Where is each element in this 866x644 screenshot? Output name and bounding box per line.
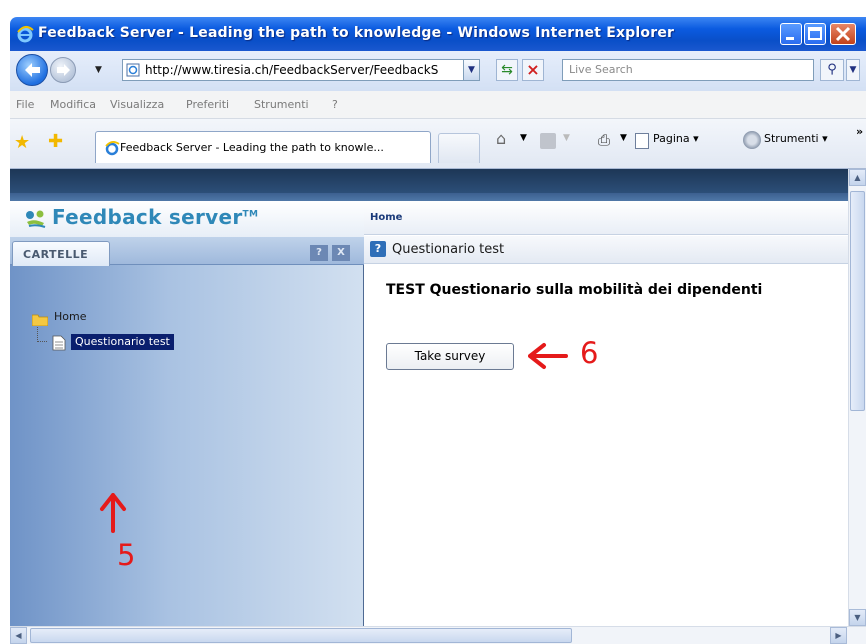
feedback-logo-icon [26, 210, 46, 228]
tree-connector [37, 327, 47, 342]
address-bar[interactable]: http://www.tiresia.ch/FeedbackServer/Fee… [122, 59, 480, 81]
navigation-bar: ▼ http://www.tiresia.ch/FeedbackServer/F… [10, 51, 866, 91]
add-favorite-icon[interactable]: ✚ [48, 131, 63, 152]
folders-header: CARTELLE ? X [10, 237, 364, 266]
minimize-icon [786, 37, 794, 40]
app-header-band [10, 169, 848, 193]
scroll-up-icon[interactable]: ▲ [849, 169, 866, 186]
logo-name: Feedback server [52, 205, 243, 229]
close-icon [835, 26, 851, 42]
window-title: Feedback Server - Leading the path to kn… [38, 25, 675, 41]
survey-title: TEST Questionario sulla mobilità dei dip… [386, 282, 763, 298]
page-icon[interactable] [635, 133, 649, 149]
menu-file[interactable]: File [16, 98, 34, 111]
stop-icon: × [526, 60, 540, 79]
ie-page-icon [105, 141, 120, 156]
vertical-scrollbar[interactable]: ▲ ▼ [848, 169, 866, 626]
menu-help[interactable]: ? [332, 98, 338, 111]
history-dropdown-icon[interactable]: ▼ [95, 65, 102, 75]
document-icon [52, 335, 66, 351]
stop-button[interactable]: × [522, 59, 544, 81]
browser-window: Feedback Server - Leading the path to kn… [0, 0, 866, 644]
tab-feedback-server[interactable]: Feedback Server - Leading the path to kn… [95, 131, 431, 163]
feeds-dropdown-icon[interactable]: ▼ [563, 133, 570, 143]
ie-page-icon [126, 63, 140, 77]
vertical-scroll-thumb[interactable] [850, 191, 865, 411]
refresh-button[interactable]: ⇆ [496, 59, 518, 81]
address-dropdown-icon[interactable]: ▼ [463, 60, 479, 80]
maximize-icon [808, 27, 822, 40]
favorites-center-icon[interactable]: ★ [14, 132, 30, 153]
menu-preferiti[interactable]: Preferiti [186, 98, 229, 111]
annotation-arrow-up-icon [100, 493, 126, 533]
menu-visualizza[interactable]: Visualizza [110, 98, 164, 111]
menu-bar: File Modifica Visualizza Preferiti Strum… [10, 91, 866, 119]
trademark: TM [242, 209, 259, 220]
breadcrumb-bar: Home [364, 201, 848, 235]
scroll-left-icon[interactable]: ◀ [10, 627, 27, 644]
tab-bar: ★ ✚ Feedback Server - Leading the path t… [10, 119, 866, 169]
logo-area: Feedback serverTM [10, 201, 364, 237]
search-button[interactable]: ⚲ [820, 59, 844, 81]
breadcrumb[interactable]: Home [370, 212, 402, 223]
annotation-step-6: 6 [580, 336, 599, 370]
more-commands-icon[interactable]: » [856, 125, 863, 138]
title-bar[interactable]: Feedback Server - Leading the path to kn… [10, 17, 866, 51]
app-header-stripe [10, 193, 848, 201]
home-icon[interactable]: ⌂ [496, 129, 506, 148]
menu-strumenti[interactable]: Strumenti [254, 98, 309, 111]
panel-help-button[interactable]: ? [310, 245, 328, 261]
new-tab-button[interactable] [438, 133, 480, 163]
search-dropdown-icon[interactable]: ▼ [846, 59, 860, 81]
page-title: Questionario test [392, 242, 505, 257]
menu-modifica[interactable]: Modifica [50, 98, 96, 111]
panel-close-button[interactable]: X [332, 245, 350, 261]
tools-menu-button[interactable]: Strumenti ▾ [764, 132, 828, 145]
back-arrow-icon [25, 63, 40, 77]
scroll-down-icon[interactable]: ▼ [849, 609, 866, 626]
page-menu-button[interactable]: Pagina ▾ [653, 132, 699, 145]
search-input[interactable]: Live Search [562, 59, 814, 81]
search-icon: ⚲ [827, 62, 837, 77]
refresh-icon: ⇆ [501, 62, 513, 78]
folder-icon [32, 314, 48, 326]
content-pane: Home ? Questionario test TEST Questionar… [364, 201, 848, 626]
folder-tree: Home Questionario test [10, 265, 364, 605]
logo-text: Feedback serverTM [52, 205, 258, 229]
forward-button[interactable] [50, 57, 76, 83]
page-viewport: Feedback serverTM CARTELLE ? X Home Ques… [10, 169, 848, 626]
page-title-bar: ? Questionario test [364, 236, 848, 264]
horizontal-scrollbar[interactable]: ◀ ▶ [10, 626, 866, 644]
feeds-icon[interactable] [540, 133, 556, 149]
back-button[interactable] [16, 54, 48, 86]
print-dropdown-icon[interactable]: ▼ [620, 133, 627, 143]
desktop-edge [0, 0, 10, 644]
address-url[interactable]: http://www.tiresia.ch/FeedbackServer/Fee… [145, 63, 463, 77]
take-survey-button[interactable]: Take survey [386, 343, 514, 370]
scroll-right-icon[interactable]: ▶ [830, 627, 847, 644]
minimize-button[interactable] [780, 23, 802, 45]
folders-panel: Feedback serverTM CARTELLE ? X Home Ques… [10, 201, 364, 626]
close-window-button[interactable] [830, 23, 856, 45]
help-icon[interactable]: ? [370, 241, 386, 257]
tree-item-questionario-test[interactable]: Questionario test [71, 334, 174, 350]
annotation-step-5: 5 [117, 538, 136, 572]
tab-cartelle-label: CARTELLE [23, 248, 89, 261]
forward-arrow-icon [57, 64, 70, 76]
tab-cartelle[interactable]: CARTELLE [12, 241, 110, 266]
print-icon[interactable]: ⎙ [598, 131, 610, 149]
ie-logo-icon [17, 26, 34, 43]
annotation-arrow-left-icon [528, 343, 568, 369]
horizontal-scroll-thumb[interactable] [30, 628, 572, 643]
gear-icon[interactable] [743, 131, 761, 149]
tree-item-home[interactable]: Home [54, 310, 86, 323]
home-dropdown-icon[interactable]: ▼ [520, 133, 527, 143]
maximize-button[interactable] [804, 23, 826, 45]
tab-label: Feedback Server - Leading the path to kn… [120, 141, 384, 154]
